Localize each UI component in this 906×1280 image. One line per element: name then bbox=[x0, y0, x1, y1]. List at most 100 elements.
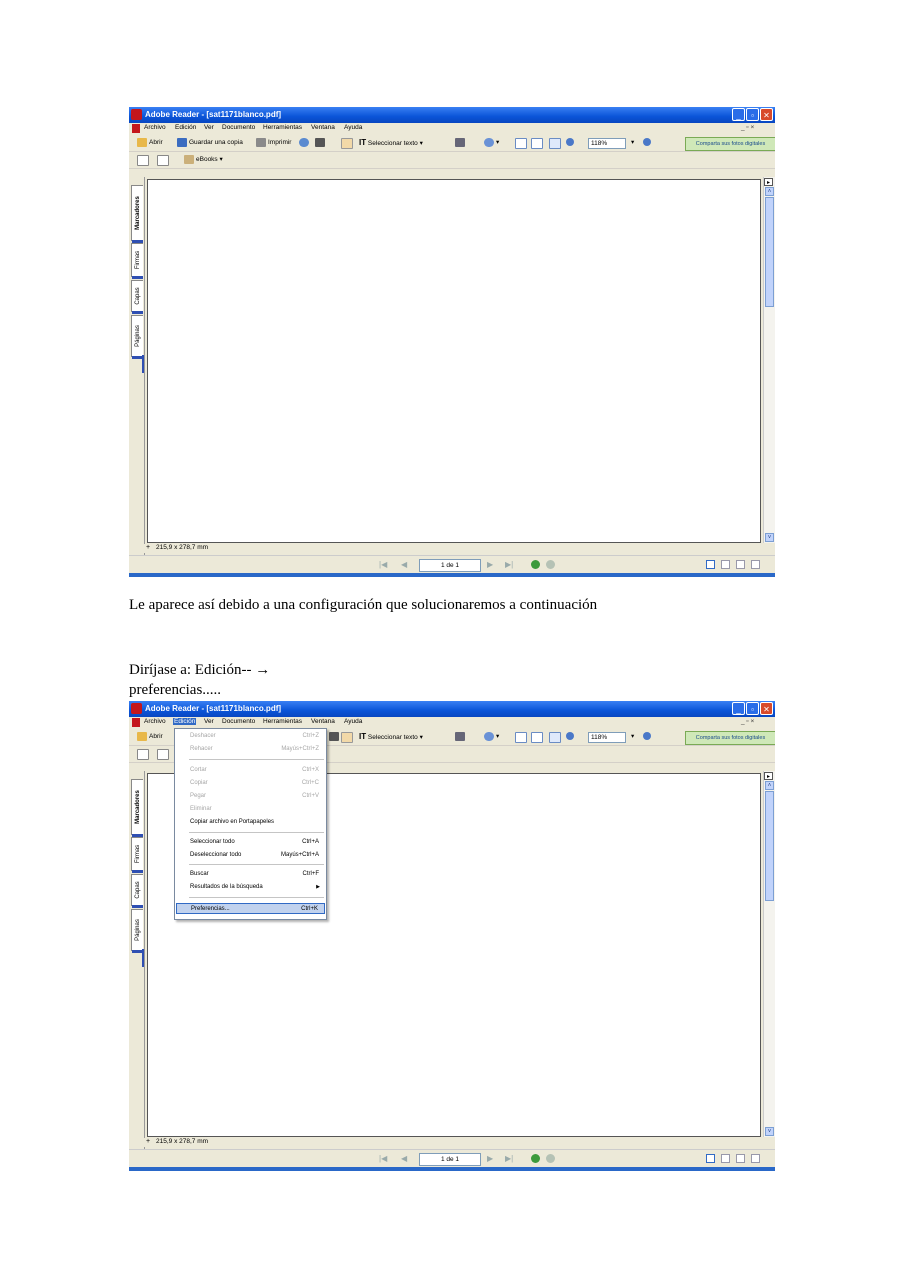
select-text-button[interactable]: IT Seleccionar texto ▾ bbox=[359, 732, 423, 741]
expand-icon[interactable]: + bbox=[146, 1138, 150, 1145]
options-arrow-button[interactable]: ▸ bbox=[764, 178, 773, 186]
snapshot-button[interactable] bbox=[455, 138, 467, 147]
vertical-scrollbar[interactable]: ˄ ˅ bbox=[763, 177, 775, 543]
select-text-button[interactable]: IT Seleccionar texto ▾ bbox=[359, 138, 423, 147]
menu-ver[interactable]: Ver bbox=[203, 718, 215, 725]
tab-firmas[interactable]: Firmas bbox=[131, 837, 143, 873]
menu-ventana[interactable]: Ventana bbox=[310, 124, 336, 131]
hand-tool-button[interactable] bbox=[341, 732, 355, 743]
menu-item-copiar-archivo[interactable]: Copiar archivo en Portapapeles bbox=[176, 817, 325, 828]
scroll-down-arrow[interactable]: ˅ bbox=[765, 1127, 774, 1136]
tab-paginas[interactable]: Páginas bbox=[131, 909, 143, 953]
next-page-button[interactable]: ▶ bbox=[487, 560, 493, 569]
page-number-field[interactable]: 1 de 1 bbox=[419, 559, 481, 572]
search-button[interactable] bbox=[329, 732, 341, 741]
close-button[interactable]: ✕ bbox=[760, 702, 773, 715]
facing-view-button[interactable] bbox=[736, 1154, 745, 1163]
tab-capas[interactable]: Capas bbox=[131, 280, 143, 314]
promo-banner[interactable]: Comparta sus fotos digitales bbox=[685, 137, 775, 151]
menu-item-pegar[interactable]: Pegar Ctrl+V bbox=[176, 791, 325, 802]
scroll-thumb[interactable] bbox=[765, 197, 774, 307]
scroll-up-arrow[interactable]: ˄ bbox=[765, 781, 774, 790]
search-button[interactable] bbox=[315, 138, 327, 147]
previous-page-button[interactable]: ◀ bbox=[401, 1154, 407, 1163]
menu-item-deseleccionar-todo[interactable]: Deseleccionar todo Mayús+Ctrl+A bbox=[176, 850, 325, 861]
zoom-in-button[interactable] bbox=[643, 732, 653, 740]
continuous-facing-view-button[interactable] bbox=[751, 1154, 760, 1163]
snapshot-button[interactable] bbox=[455, 732, 467, 741]
actual-size-button[interactable] bbox=[515, 138, 529, 149]
close-button[interactable]: ✕ bbox=[760, 108, 773, 121]
page-number-field[interactable]: 1 de 1 bbox=[419, 1153, 481, 1166]
menu-documento[interactable]: Documento bbox=[221, 124, 256, 131]
menu-ayuda[interactable]: Ayuda bbox=[343, 718, 363, 725]
menu-herramientas[interactable]: Herramientas bbox=[262, 124, 303, 131]
actual-size-button[interactable] bbox=[515, 732, 529, 743]
menu-item-cortar[interactable]: Cortar Ctrl+X bbox=[176, 765, 325, 776]
menu-edicion[interactable]: Edición bbox=[173, 718, 197, 725]
tab-paginas[interactable]: Páginas bbox=[131, 315, 143, 359]
document-page[interactable] bbox=[147, 179, 761, 543]
save-copy-button[interactable]: Guardar una copia bbox=[177, 138, 243, 147]
zoom-field[interactable]: 118% bbox=[588, 138, 626, 149]
print-button[interactable]: Imprimir bbox=[256, 138, 291, 147]
document-window-controls[interactable]: _ ▫ × bbox=[741, 124, 754, 131]
tab-capas[interactable]: Capas bbox=[131, 874, 143, 908]
menu-ventana[interactable]: Ventana bbox=[310, 718, 336, 725]
menu-item-preferencias[interactable]: Preferencias... Ctrl+K bbox=[176, 903, 325, 914]
continuous-view-button[interactable] bbox=[721, 560, 730, 569]
maximize-button[interactable]: ▫ bbox=[746, 702, 759, 715]
vertical-scrollbar[interactable]: ˄ ˅ bbox=[763, 771, 775, 1137]
continuous-facing-view-button[interactable] bbox=[751, 560, 760, 569]
tab-firmas[interactable]: Firmas bbox=[131, 243, 143, 279]
menu-item-copiar[interactable]: Copiar Ctrl+C bbox=[176, 778, 325, 789]
pages-button[interactable] bbox=[157, 749, 171, 760]
tab-marcadores[interactable]: Marcadores bbox=[131, 779, 143, 837]
menu-archivo[interactable]: Archivo bbox=[143, 124, 167, 131]
ebooks-button[interactable]: eBooks ▾ bbox=[184, 155, 223, 164]
menu-item-seleccionar-todo[interactable]: Seleccionar todo Ctrl+A bbox=[176, 837, 325, 848]
scroll-thumb[interactable] bbox=[765, 791, 774, 901]
next-page-button[interactable]: ▶ bbox=[487, 1154, 493, 1163]
zoom-in-button[interactable] bbox=[643, 138, 653, 146]
scroll-up-arrow[interactable]: ˄ bbox=[765, 187, 774, 196]
maximize-button[interactable]: ▫ bbox=[746, 108, 759, 121]
last-page-button[interactable]: ▶| bbox=[505, 1154, 513, 1163]
facing-view-button[interactable] bbox=[736, 560, 745, 569]
minimize-button[interactable]: _ bbox=[732, 702, 745, 715]
menu-ayuda[interactable]: Ayuda bbox=[343, 124, 363, 131]
zoom-tool-button[interactable]: ▾ bbox=[484, 732, 499, 741]
last-page-button[interactable]: ▶| bbox=[505, 560, 513, 569]
menu-edicion[interactable]: Edición bbox=[174, 124, 197, 131]
first-page-button[interactable]: |◀ bbox=[379, 560, 387, 569]
menu-ver[interactable]: Ver bbox=[203, 124, 215, 131]
fit-page-button[interactable] bbox=[531, 732, 545, 743]
expand-icon[interactable]: + bbox=[146, 544, 150, 551]
menu-item-rehacer[interactable]: Rehacer Mayús+Ctrl+Z bbox=[176, 744, 325, 755]
create-pdf-button[interactable] bbox=[137, 155, 151, 166]
minimize-button[interactable]: _ bbox=[732, 108, 745, 121]
first-page-button[interactable]: |◀ bbox=[379, 1154, 387, 1163]
fit-width-button[interactable] bbox=[549, 732, 563, 743]
zoom-out-button[interactable] bbox=[566, 732, 576, 740]
tab-marcadores[interactable]: Marcadores bbox=[131, 185, 143, 243]
previous-page-button[interactable]: ◀ bbox=[401, 560, 407, 569]
back-view-icon[interactable] bbox=[531, 560, 540, 569]
fit-page-button[interactable] bbox=[531, 138, 545, 149]
hand-tool-button[interactable] bbox=[341, 138, 355, 149]
fit-width-button[interactable] bbox=[549, 138, 563, 149]
menu-archivo[interactable]: Archivo bbox=[143, 718, 167, 725]
create-pdf-button[interactable] bbox=[137, 749, 151, 760]
options-arrow-button[interactable]: ▸ bbox=[764, 772, 773, 780]
zoom-dropdown[interactable]: ▾ bbox=[631, 732, 634, 740]
scroll-down-arrow[interactable]: ˅ bbox=[765, 533, 774, 542]
menu-item-buscar[interactable]: Buscar Ctrl+F bbox=[176, 869, 325, 880]
menu-item-deshacer[interactable]: Deshacer Ctrl+Z bbox=[176, 731, 325, 742]
single-page-view-button[interactable] bbox=[706, 1154, 715, 1163]
document-window-controls[interactable]: _ ▫ × bbox=[741, 718, 754, 725]
nav-splitter[interactable] bbox=[142, 949, 144, 967]
open-button[interactable]: Abrir bbox=[137, 138, 163, 147]
zoom-dropdown[interactable]: ▾ bbox=[631, 138, 634, 146]
menu-documento[interactable]: Documento bbox=[221, 718, 256, 725]
forward-view-icon[interactable] bbox=[546, 1154, 555, 1163]
